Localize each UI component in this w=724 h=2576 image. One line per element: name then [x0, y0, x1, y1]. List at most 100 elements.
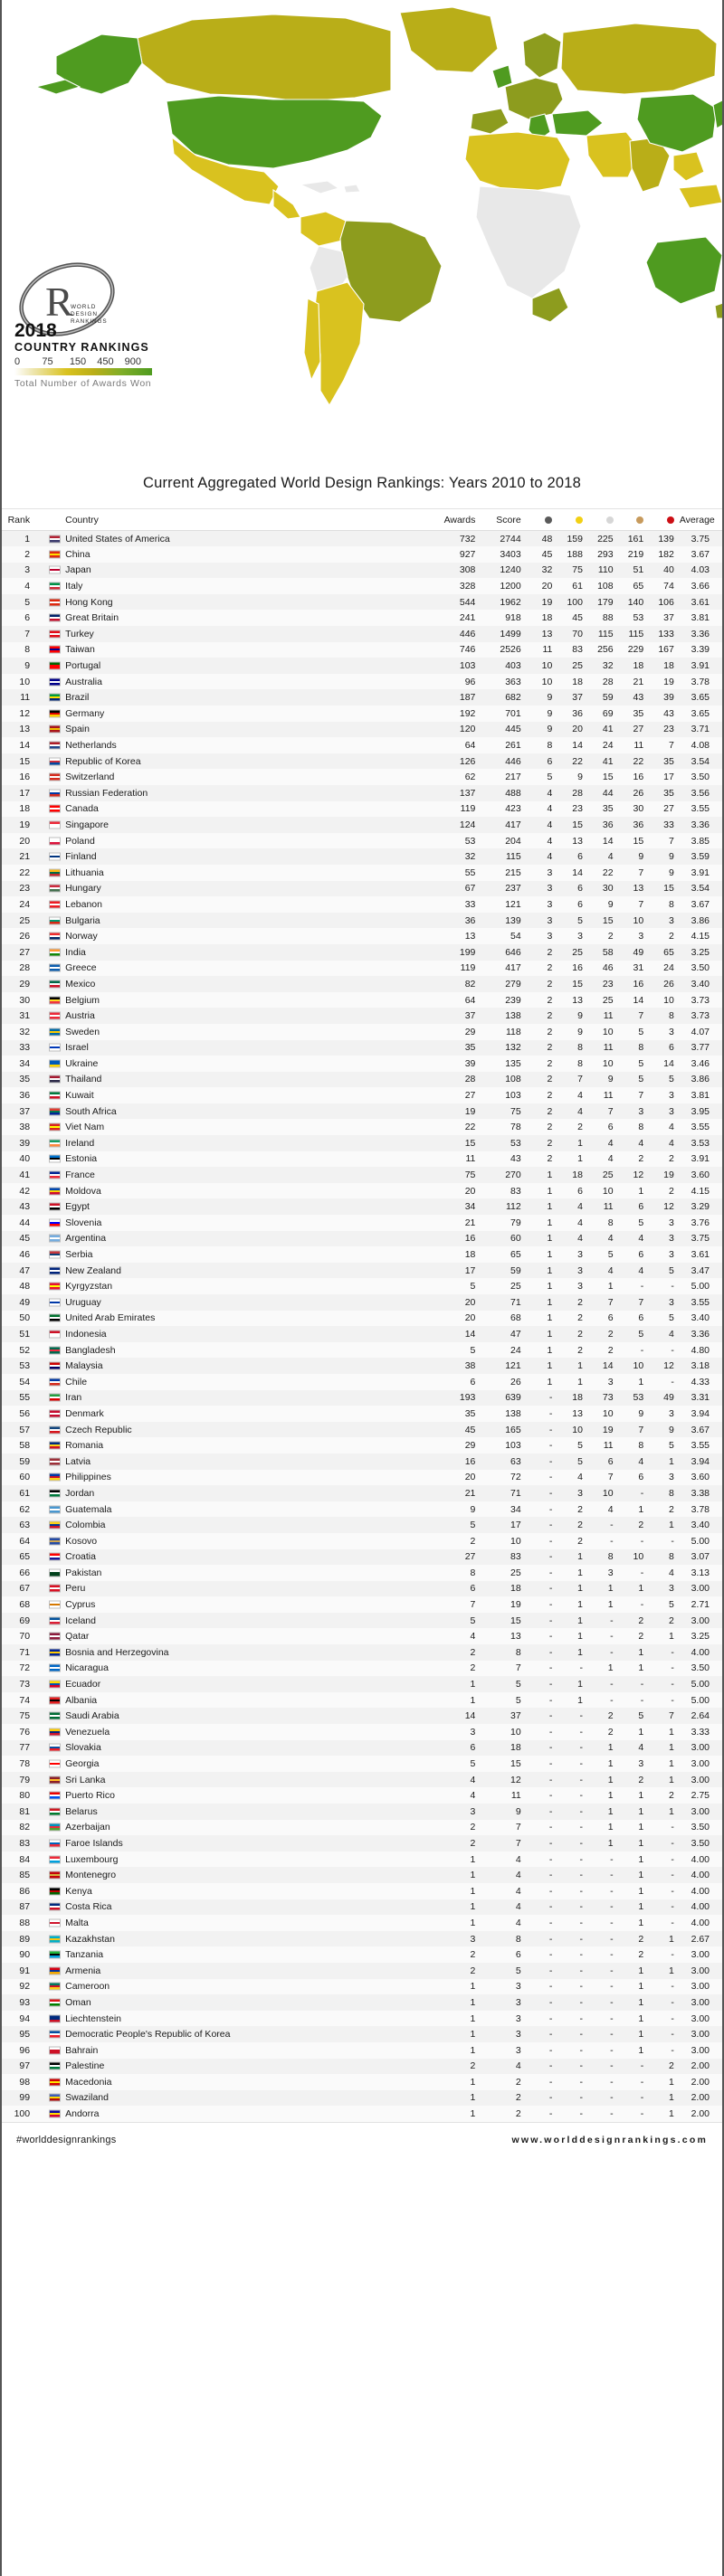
table-row[interactable]: 52 Bangladesh 5 24 1 2 2- -4.80 — [2, 1341, 722, 1359]
table-row[interactable]: 88 Malta 1 4- - -1-4.00 — [2, 1915, 722, 1931]
col-header-bronze[interactable] — [618, 509, 650, 531]
table-row[interactable]: 51 Indonesia 14 47 1 2 2 5 4 3.36 — [2, 1326, 722, 1342]
table-row[interactable]: 24 Lebanon 33 121 3 6 9 7 8 3.67 — [2, 896, 722, 913]
table-row[interactable]: 32 Sweden 29 118 2 9 10 5 3 4.07 — [2, 1023, 722, 1040]
table-row[interactable]: 40 Estonia 11 43 2 1 4 2 2 3.91 — [2, 1151, 722, 1168]
table-row[interactable]: 12 Germany 192 701 9 36 69 35 43 3.65 — [2, 706, 722, 722]
table-row[interactable]: 63 Colombia 5 17-2-2 1 3.40 — [2, 1517, 722, 1533]
table-row[interactable]: 13 Spain 120 445 9 20 41 27 23 3.71 — [2, 721, 722, 738]
table-row[interactable]: 67 Peru 6 18-1 1 1 3 3.00 — [2, 1580, 722, 1597]
table-row[interactable]: 81 Belarus 3 9- -1 1 1 3.00 — [2, 1804, 722, 1820]
table-row[interactable]: 1 United States of America 732 2744 48 159 225… — [2, 530, 722, 547]
col-header-country[interactable]: Country — [36, 509, 439, 531]
table-row[interactable]: 16 Switzerland 62 217 5 9 15 16 17 3.50 — [2, 769, 722, 785]
table-row[interactable]: 65 Croatia 27 83-1 8 10 8 3.07 — [2, 1548, 722, 1566]
table-row[interactable]: 54 Chile 6 26 1 1 3 1-4.33 — [2, 1373, 722, 1390]
col-header-iron[interactable] — [649, 509, 680, 531]
table-row[interactable]: 89 Kazakhstan 3 8- - -2 1 2.67 — [2, 1930, 722, 1947]
table-row[interactable]: 2 China 927 3403 45 188 293 219 182 3.67 — [2, 546, 722, 563]
table-row[interactable]: 48 Kyrgyzstan 5 25 1 3 1- -5.00 — [2, 1278, 722, 1294]
table-row[interactable]: 86 Kenya 1 4- - -1-4.00 — [2, 1882, 722, 1899]
table-row[interactable]: 34 Ukraine 39 135 2 8 10 5 14 3.46 — [2, 1056, 722, 1072]
col-header-platinum[interactable] — [527, 509, 558, 531]
table-row[interactable]: 92 Cameroon 1 3- - -1-3.00 — [2, 1978, 722, 1995]
table-row[interactable]: 17 Russian Federation 137 488 4 28 44 26 35 3.56 — [2, 785, 722, 801]
table-row[interactable]: 75 Saudi Arabia 14 37- -2 5 7 2.64 — [2, 1708, 722, 1725]
table-row[interactable]: 21 Finland 32 115 4 6 4 9 9 3.59 — [2, 848, 722, 865]
table-row[interactable]: 79 Sri Lanka 4 12- -1 2 1 3.00 — [2, 1771, 722, 1788]
table-row[interactable]: 97 Palestine 2 4- - - -2 2.00 — [2, 2058, 722, 2075]
col-header-gold[interactable] — [557, 509, 588, 531]
table-row[interactable]: 56 Denmark 35 138-13 10 9 3 3.94 — [2, 1406, 722, 1422]
table-row[interactable]: 50 United Arab Emirates 20 68 1 2 6 6 5 3.40 — [2, 1310, 722, 1327]
table-row[interactable]: 90 Tanzania 2 6- - -2-3.00 — [2, 1946, 722, 1963]
table-row[interactable]: 43 Egypt 34 112 1 4 11 6 12 3.29 — [2, 1198, 722, 1216]
col-header-silver[interactable] — [587, 509, 619, 531]
table-row[interactable]: 84 Luxembourg 1 4- - -1-4.00 — [2, 1851, 722, 1868]
table-row[interactable]: 37 South Africa 19 75 2 4 7 3 3 3.95 — [2, 1103, 722, 1120]
table-row[interactable]: 15 Republic of Korea 126 446 6 22 41 22 35 3.54 — [2, 753, 722, 770]
table-row[interactable]: 73 Ecuador 1 5-1- - -5.00 — [2, 1676, 722, 1692]
table-row[interactable]: 5 Hong Kong 544 1962 19 100 179 140 106 3.61 — [2, 593, 722, 611]
table-row[interactable]: 76 Venezuela 3 10- -2 1 1 3.33 — [2, 1724, 722, 1740]
table-row[interactable]: 39 Ireland 15 53 2 1 4 4 4 3.53 — [2, 1135, 722, 1151]
table-row[interactable]: 41 France 75 270 1 18 25 12 19 3.60 — [2, 1167, 722, 1183]
table-row[interactable]: 70 Qatar 4 13-1-2 1 3.25 — [2, 1628, 722, 1645]
table-row[interactable]: 99 Swaziland 1 2- - - -1 2.00 — [2, 2089, 722, 2107]
table-row[interactable]: 9 Portugal 103 403 10 25 32 18 18 3.91 — [2, 658, 722, 674]
table-row[interactable]: 46 Serbia 18 65 1 3 5 6 3 3.61 — [2, 1246, 722, 1263]
table-row[interactable]: 25 Bulgaria 36 139 3 5 15 10 3 3.86 — [2, 912, 722, 929]
table-row[interactable]: 22 Lithuania 55 215 3 14 22 7 9 3.91 — [2, 864, 722, 881]
table-row[interactable]: 47 New Zealand 17 59 1 3 4 4 5 3.47 — [2, 1262, 722, 1279]
table-row[interactable]: 62 Guatemala 9 34-2 4 1 2 3.78 — [2, 1501, 722, 1518]
table-row[interactable]: 85 Montenegro 1 4- - -1-4.00 — [2, 1867, 722, 1883]
table-row[interactable]: 68 Cyprus 7 19-1 1-5 2.71 — [2, 1596, 722, 1613]
table-row[interactable]: 55 Iran 193 639-18 73 53 49 3.31 — [2, 1389, 722, 1406]
col-header-score[interactable]: Score — [482, 509, 528, 531]
table-row[interactable]: 91 Armenia 2 5- - -1 1 3.00 — [2, 1962, 722, 1979]
table-row[interactable]: 57 Czech Republic 45 165-10 19 7 9 3.67 — [2, 1421, 722, 1438]
table-row[interactable]: 19 Singapore 124 417 4 15 36 36 33 3.36 — [2, 817, 722, 833]
table-row[interactable]: 30 Belgium 64 239 2 13 25 14 10 3.73 — [2, 991, 722, 1009]
table-row[interactable]: 72 Nicaragua 2 7- -1 1-3.50 — [2, 1660, 722, 1677]
table-row[interactable]: 45 Argentina 16 60 1 4 4 4 3 3.75 — [2, 1230, 722, 1247]
footer-url[interactable]: www.worlddesignrankings.com — [511, 2135, 708, 2145]
table-row[interactable]: 77 Slovakia 6 18- -1 4 1 3.00 — [2, 1739, 722, 1757]
table-row[interactable]: 66 Pakistan 8 25-1 3-4 3.13 — [2, 1565, 722, 1581]
col-header-rank[interactable]: Rank — [2, 509, 37, 531]
table-row[interactable]: 59 Latvia 16 63-5 6 4 1 3.94 — [2, 1453, 722, 1470]
table-row[interactable]: 74 Albania 1 5-1- - -5.00 — [2, 1691, 722, 1709]
table-row[interactable]: 61 Jordan 21 71-3 10-8 3.38 — [2, 1485, 722, 1501]
table-row[interactable]: 38 Viet Nam 22 78 2 2 6 8 4 3.55 — [2, 1119, 722, 1136]
table-row[interactable]: 28 Greece 119 417 2 16 46 31 24 3.50 — [2, 960, 722, 977]
table-row[interactable]: 8 Taiwan 746 2526 11 83 256 229 167 3.39 — [2, 641, 722, 658]
table-row[interactable]: 31 Austria 37 138 2 9 11 7 8 3.73 — [2, 1008, 722, 1024]
table-row[interactable]: 93 Oman 1 3- - -1-3.00 — [2, 1994, 722, 2011]
table-row[interactable]: 18 Canada 119 423 4 23 35 30 27 3.55 — [2, 800, 722, 818]
table-row[interactable]: 87 Costa Rica 1 4- - -1-4.00 — [2, 1899, 722, 1916]
table-row[interactable]: 60 Philippines 20 72-4 7 6 3 3.60 — [2, 1469, 722, 1486]
table-row[interactable]: 71 Bosnia and Herzegovina 2 8-1-1-4.00 — [2, 1644, 722, 1661]
table-row[interactable]: 33 Israel 35 132 2 8 11 8 6 3.77 — [2, 1039, 722, 1056]
table-row[interactable]: 6 Great Britain 241 918 18 45 88 53 37 3.81 — [2, 610, 722, 627]
table-row[interactable]: 58 Romania 29 103-5 11 8 5 3.55 — [2, 1437, 722, 1454]
table-row[interactable]: 42 Moldova 20 83 1 6 10 1 2 4.15 — [2, 1182, 722, 1199]
table-row[interactable]: 96 Bahrain 1 3- - -1-3.00 — [2, 2041, 722, 2059]
table-row[interactable]: 94 Liechtenstein 1 3- - -1-3.00 — [2, 2010, 722, 2027]
table-row[interactable]: 14 Netherlands 64 261 8 14 24 11 7 4.08 — [2, 737, 722, 753]
table-row[interactable]: 44 Slovenia 21 79 1 4 8 5 3 3.76 — [2, 1215, 722, 1231]
table-row[interactable]: 27 India 199 646 2 25 58 49 65 3.25 — [2, 943, 722, 961]
table-row[interactable]: 23 Hungary 67 237 3 6 30 13 15 3.54 — [2, 880, 722, 897]
table-row[interactable]: 20 Poland 53 204 4 13 14 15 7 3.85 — [2, 832, 722, 849]
table-row[interactable]: 49 Uruguay 20 71 1 2 7 7 3 3.55 — [2, 1294, 722, 1311]
table-row[interactable]: 11 Brazil 187 682 9 37 59 43 39 3.65 — [2, 689, 722, 706]
table-row[interactable]: 4 Italy 328 1200 20 61 108 65 74 3.66 — [2, 578, 722, 594]
table-row[interactable]: 82 Azerbaijan 2 7- -1 1-3.50 — [2, 1819, 722, 1836]
table-row[interactable]: 98 Macedonia 1 2- - - -1 2.00 — [2, 2074, 722, 2090]
table-row[interactable]: 83 Faroe Islands 2 7- -1 1-3.50 — [2, 1835, 722, 1852]
table-row[interactable]: 7 Turkey 446 1499 13 70 115 115 133 3.36 — [2, 626, 722, 642]
table-row[interactable]: 95 Democratic People's Republic of Korea 1… — [2, 2026, 722, 2042]
table-row[interactable]: 36 Kuwait 27 103 2 4 11 7 3 3.81 — [2, 1087, 722, 1103]
table-row[interactable]: 64 Kosovo 2 10-2- - -5.00 — [2, 1532, 722, 1549]
table-row[interactable]: 3 Japan 308 1240 32 75 110 51 40 4.03 — [2, 562, 722, 579]
